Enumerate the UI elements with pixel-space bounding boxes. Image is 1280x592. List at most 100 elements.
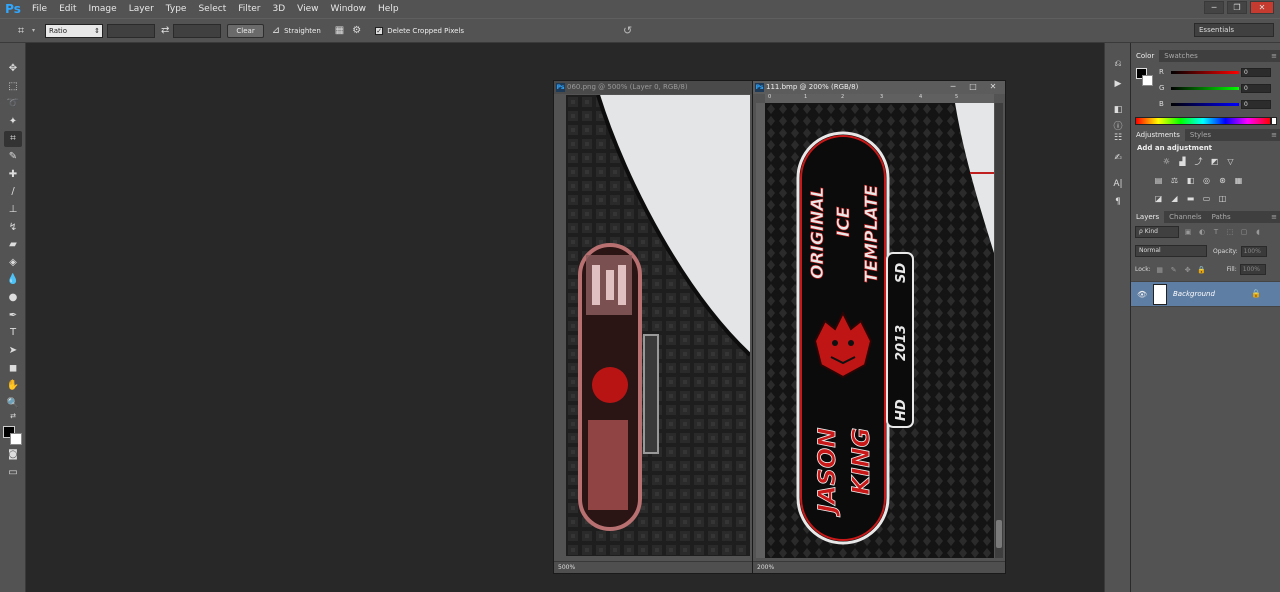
exposure-icon[interactable]: ◩ (1209, 157, 1220, 167)
history-panel-icon[interactable]: ⎌ (1110, 57, 1126, 71)
layer-name[interactable]: Background (1173, 290, 1215, 298)
image-canvas-111[interactable]: ORIGINAL ICE TEMPLATE SD 2013 HD JASON K… (765, 103, 994, 558)
menu-filter[interactable]: Filter (232, 4, 266, 14)
brush-panel-icon[interactable]: ✍ (1110, 151, 1126, 165)
threshold-icon[interactable]: ▬ (1185, 194, 1196, 204)
green-value-input[interactable]: 0 (1241, 84, 1271, 93)
background-color-swatch[interactable] (10, 433, 22, 445)
layer-visibility-eye-icon[interactable]: 👁 (1137, 290, 1147, 299)
quick-mask-icon[interactable]: ◙ (4, 447, 22, 463)
panel-menu-icon[interactable]: ≡ (1271, 211, 1280, 223)
red-value-input[interactable]: 0 (1241, 68, 1271, 77)
zoom-level[interactable]: 200% (757, 564, 774, 571)
screen-mode-icon[interactable]: ▭ (4, 465, 22, 481)
delete-cropped-pixels-checkbox[interactable]: ✓ (375, 26, 384, 35)
layer-row-background[interactable]: 👁 Background 🔒 (1131, 281, 1280, 307)
color-balance-icon[interactable]: ⚖ (1169, 176, 1180, 186)
type-tool-icon[interactable]: T (4, 325, 22, 341)
tab-color[interactable]: Color (1131, 50, 1160, 62)
menu-layer[interactable]: Layer (123, 4, 160, 14)
panel-menu-icon[interactable]: ≡ (1271, 129, 1280, 141)
horizontal-ruler[interactable]: 0 1 2 3 4 5 (765, 94, 994, 103)
eraser-tool-icon[interactable]: ▰ (4, 237, 22, 253)
doc-close-button[interactable]: ✕ (985, 81, 1001, 93)
minimize-button[interactable]: ─ (1204, 1, 1224, 14)
posterize-icon[interactable]: ◢ (1169, 194, 1180, 204)
properties-panel-icon[interactable]: ◧ (1110, 103, 1126, 117)
document-window-060[interactable]: Ps 060.png @ 500% (Layer 0, RGB/8) 500% (553, 80, 753, 574)
channel-mixer-icon[interactable]: ⊛ (1217, 176, 1228, 186)
curves-icon[interactable]: ⤴ (1193, 157, 1204, 167)
close-button[interactable]: ✕ (1250, 1, 1274, 14)
brightness-contrast-icon[interactable]: ☼ (1161, 157, 1172, 167)
document-window-111[interactable]: Ps 111.bmp @ 200% (RGB/8) ─ □ ✕ 0 1 2 3 … (752, 80, 1006, 574)
filter-shape-icon[interactable]: ⬚ (1225, 227, 1235, 237)
doc-minimize-button[interactable]: ─ (945, 81, 961, 93)
delete-cropped-pixels-label[interactable]: Delete Cropped Pixels (387, 27, 464, 35)
scrollbar-thumb[interactable] (996, 520, 1002, 548)
menu-file[interactable]: File (26, 4, 53, 14)
vertical-scrollbar[interactable] (995, 103, 1003, 558)
restore-button[interactable]: ❐ (1227, 1, 1247, 14)
green-slider[interactable] (1171, 87, 1239, 90)
color-spectrum-ramp[interactable] (1135, 117, 1271, 125)
crop-height-input[interactable] (173, 23, 222, 38)
move-tool-icon[interactable]: ✥ (4, 61, 22, 77)
doc-maximize-button[interactable]: □ (965, 81, 981, 93)
hue-saturation-icon[interactable]: ▤ (1153, 176, 1164, 186)
panel-menu-icon[interactable]: ≡ (1271, 50, 1280, 62)
crop-width-input[interactable] (107, 23, 156, 38)
canvas-area[interactable]: Ps 060.png @ 500% (Layer 0, RGB/8) 500% … (26, 43, 1104, 592)
color-panel-background[interactable] (1142, 75, 1153, 86)
levels-icon[interactable]: ▟ (1177, 157, 1188, 167)
red-slider[interactable] (1171, 71, 1239, 74)
paragraph-panel-icon[interactable]: ¶ (1110, 195, 1126, 209)
menu-image[interactable]: Image (83, 4, 123, 14)
tab-styles[interactable]: Styles (1185, 129, 1216, 141)
paint-bucket-tool-icon[interactable]: ◈ (4, 255, 22, 271)
layer-lock-icon[interactable]: 🔒 (1251, 289, 1261, 298)
tool-preset-arrow-icon[interactable]: ▾ (32, 27, 35, 34)
menu-type[interactable]: Type (160, 4, 193, 14)
lasso-tool-icon[interactable]: ➰ (4, 96, 22, 112)
black-white-icon[interactable]: ◧ (1185, 176, 1196, 186)
layer-kind-filter[interactable]: ρ Kind (1135, 226, 1179, 238)
path-selection-tool-icon[interactable]: ➤ (4, 343, 22, 359)
healing-brush-tool-icon[interactable]: ✚ (4, 167, 22, 183)
straighten-label[interactable]: Straighten (284, 27, 321, 35)
menu-view[interactable]: View (291, 4, 324, 14)
filter-pixel-icon[interactable]: ▣ (1183, 227, 1193, 237)
straighten-icon[interactable]: ⊿ (272, 25, 280, 36)
blur-tool-icon[interactable]: 💧 (4, 272, 22, 288)
selective-color-icon[interactable]: ◫ (1217, 194, 1228, 204)
history-brush-tool-icon[interactable]: ↯ (4, 220, 22, 236)
dodge-tool-icon[interactable]: ● (4, 290, 22, 306)
document-title-060[interactable]: Ps 060.png @ 500% (Layer 0, RGB/8) (554, 81, 752, 94)
eyedropper-tool-icon[interactable]: ✎ (4, 149, 22, 165)
menu-select[interactable]: Select (192, 4, 232, 14)
blue-slider[interactable] (1171, 103, 1239, 106)
opacity-input[interactable]: 100% (1240, 245, 1267, 257)
menu-window[interactable]: Window (325, 4, 373, 14)
gradient-map-icon[interactable]: ▭ (1201, 194, 1212, 204)
overlay-grid-icon[interactable]: ▦ (335, 25, 344, 36)
filter-adjustment-icon[interactable]: ◐ (1197, 227, 1207, 237)
vertical-ruler[interactable] (756, 103, 765, 558)
filter-smart-object-icon[interactable]: ▢ (1239, 227, 1249, 237)
vibrance-icon[interactable]: ▽ (1225, 157, 1236, 167)
actions-panel-icon[interactable]: ▶ (1110, 77, 1126, 91)
menu-3d[interactable]: 3D (267, 4, 292, 14)
menu-edit[interactable]: Edit (53, 4, 82, 14)
character-panel-icon[interactable]: A| (1110, 177, 1126, 191)
tab-adjustments[interactable]: Adjustments (1131, 129, 1185, 141)
tab-swatches[interactable]: Swatches (1159, 50, 1202, 62)
image-canvas-060[interactable] (566, 95, 750, 556)
zoom-tool-icon[interactable]: 🔍 (4, 396, 22, 412)
crop-tool-icon[interactable]: ⌗ (4, 131, 22, 147)
clear-button[interactable]: Clear (227, 23, 264, 38)
crop-ratio-select[interactable]: Ratio (45, 23, 104, 38)
brush-tool-icon[interactable]: / (4, 184, 22, 200)
clone-stamp-tool-icon[interactable]: ⊥ (4, 202, 22, 218)
crop-tool-icon[interactable]: ⌗ (14, 24, 28, 38)
swap-colors-icon[interactable]: ⇄ (4, 411, 22, 421)
